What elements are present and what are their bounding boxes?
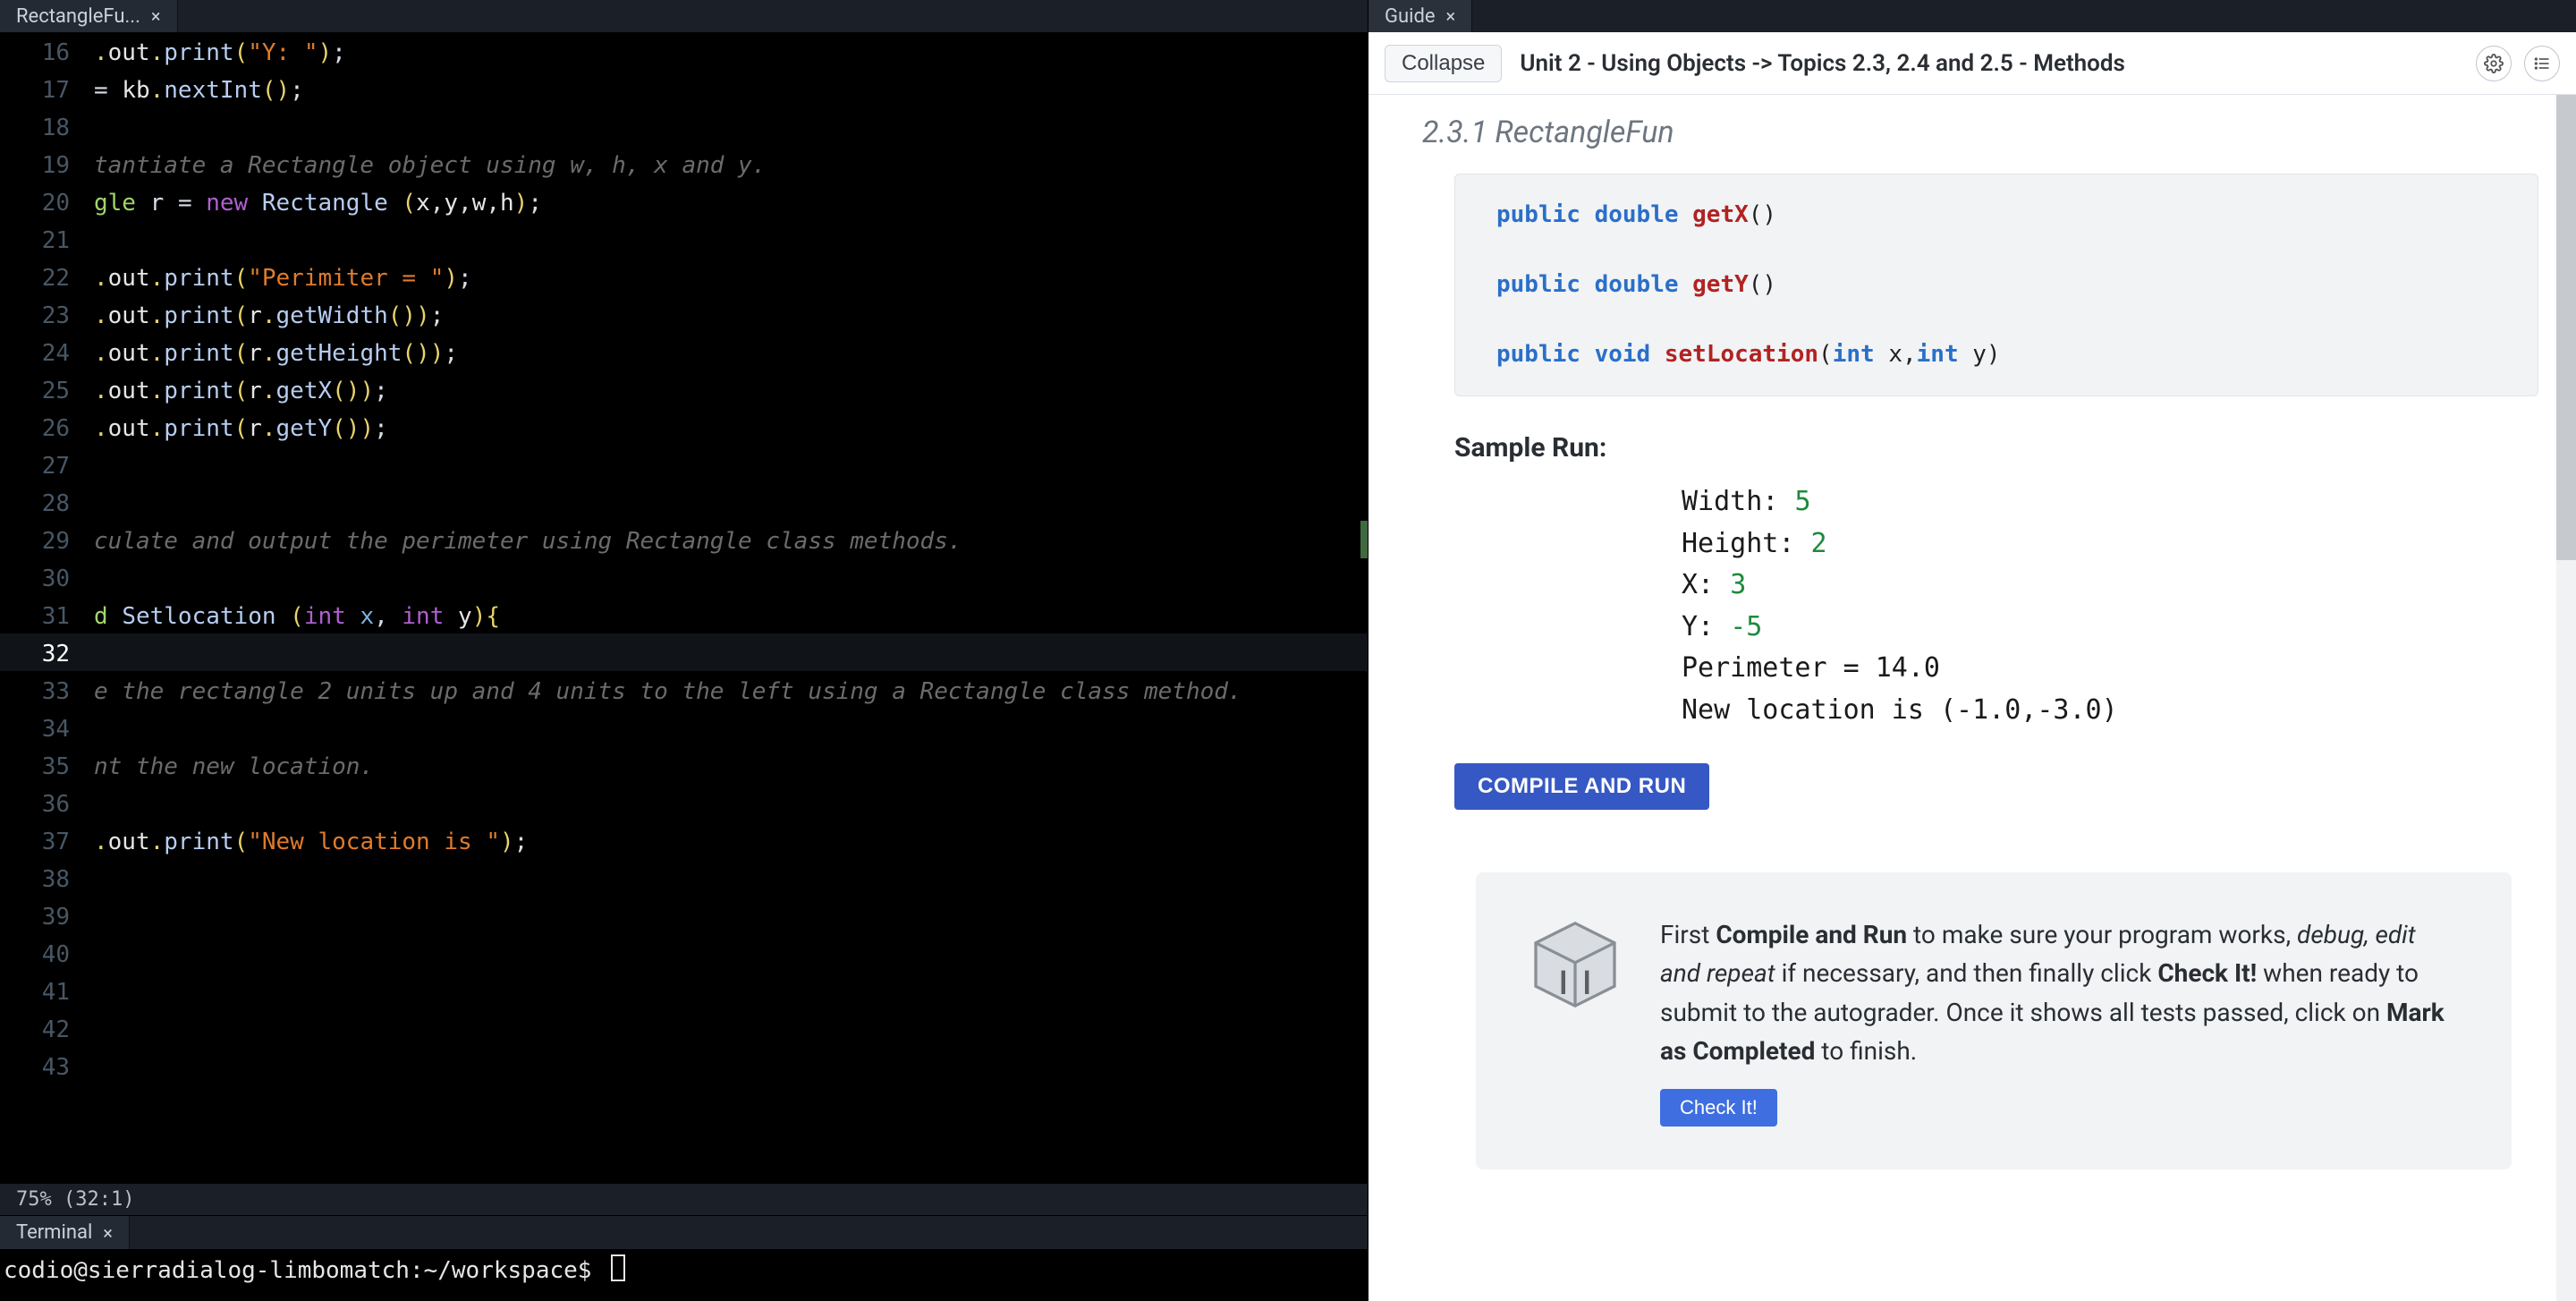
tip-card: First Compile and Run to make sure your … bbox=[1476, 872, 2512, 1169]
section-title: 2.3.1 RectangleFun bbox=[1422, 115, 2538, 150]
code-content[interactable]: .out.print("Y: ");= kb.nextInt(); tantia… bbox=[94, 32, 1368, 1086]
gear-icon[interactable] bbox=[2476, 46, 2512, 81]
compile-and-run-button[interactable]: COMPILE AND RUN bbox=[1454, 763, 1709, 810]
guide-tab[interactable]: Guide × bbox=[1368, 0, 1472, 32]
terminal-tab-label: Terminal bbox=[16, 1221, 92, 1244]
guide-tab-label: Guide bbox=[1385, 5, 1436, 28]
editor-statusbar: 75% (32:1) bbox=[0, 1183, 1368, 1215]
sample-run-heading: Sample Run: bbox=[1454, 432, 2538, 463]
terminal-prompt: codio@sierradialog-limbomatch:~/workspac… bbox=[4, 1257, 606, 1284]
code-editor[interactable]: 1617181920212223242526272829303132333435… bbox=[0, 32, 1368, 1183]
tip-text: First Compile and Run to make sure your … bbox=[1660, 915, 2462, 1127]
guide-tabbar: Guide × bbox=[1368, 0, 2576, 32]
header-icons bbox=[2476, 46, 2560, 81]
close-icon[interactable]: × bbox=[103, 1222, 113, 1244]
terminal-cursor bbox=[611, 1254, 625, 1281]
guide-header: Collapse Unit 2 - Using Objects -> Topic… bbox=[1368, 32, 2576, 95]
editor-tabbar: RectangleFu... × bbox=[0, 0, 1368, 32]
tip-cube-icon bbox=[1526, 915, 1624, 1014]
method-signatures-box: public double getX() public double getY(… bbox=[1454, 174, 2538, 396]
check-it-button[interactable]: Check It! bbox=[1660, 1089, 1777, 1127]
statusbar-text: 75% (32:1) bbox=[16, 1188, 134, 1211]
editor-tab-rectanglefun[interactable]: RectangleFu... × bbox=[0, 0, 178, 32]
terminal[interactable]: codio@sierradialog-limbomatch:~/workspac… bbox=[0, 1249, 1368, 1301]
sample-run-output: Width: 5Height: 2X: 3Y: -5Perimeter = 14… bbox=[1682, 481, 2538, 731]
editor-pane: RectangleFu... × 16171819202122232425262… bbox=[0, 0, 1368, 1301]
line-number-gutter: 1617181920212223242526272829303132333435… bbox=[0, 32, 80, 1086]
guide-scrollbar-thumb[interactable] bbox=[2556, 95, 2576, 560]
editor-tab-label: RectangleFu... bbox=[16, 5, 140, 28]
terminal-tab[interactable]: Terminal × bbox=[0, 1216, 130, 1249]
close-icon[interactable]: × bbox=[1446, 5, 1456, 27]
terminal-tabbar: Terminal × bbox=[0, 1215, 1368, 1249]
close-icon[interactable]: × bbox=[151, 5, 161, 27]
breadcrumb: Unit 2 - Using Objects -> Topics 2.3, 2.… bbox=[1520, 50, 2125, 77]
guide-scrollbar[interactable] bbox=[2556, 95, 2576, 1301]
list-icon[interactable] bbox=[2524, 46, 2560, 81]
collapse-button[interactable]: Collapse bbox=[1385, 45, 1502, 82]
guide-body[interactable]: 2.3.1 RectangleFun public double getX() … bbox=[1368, 95, 2576, 1301]
guide-pane: Guide × Collapse Unit 2 - Using Objects … bbox=[1368, 0, 2576, 1301]
